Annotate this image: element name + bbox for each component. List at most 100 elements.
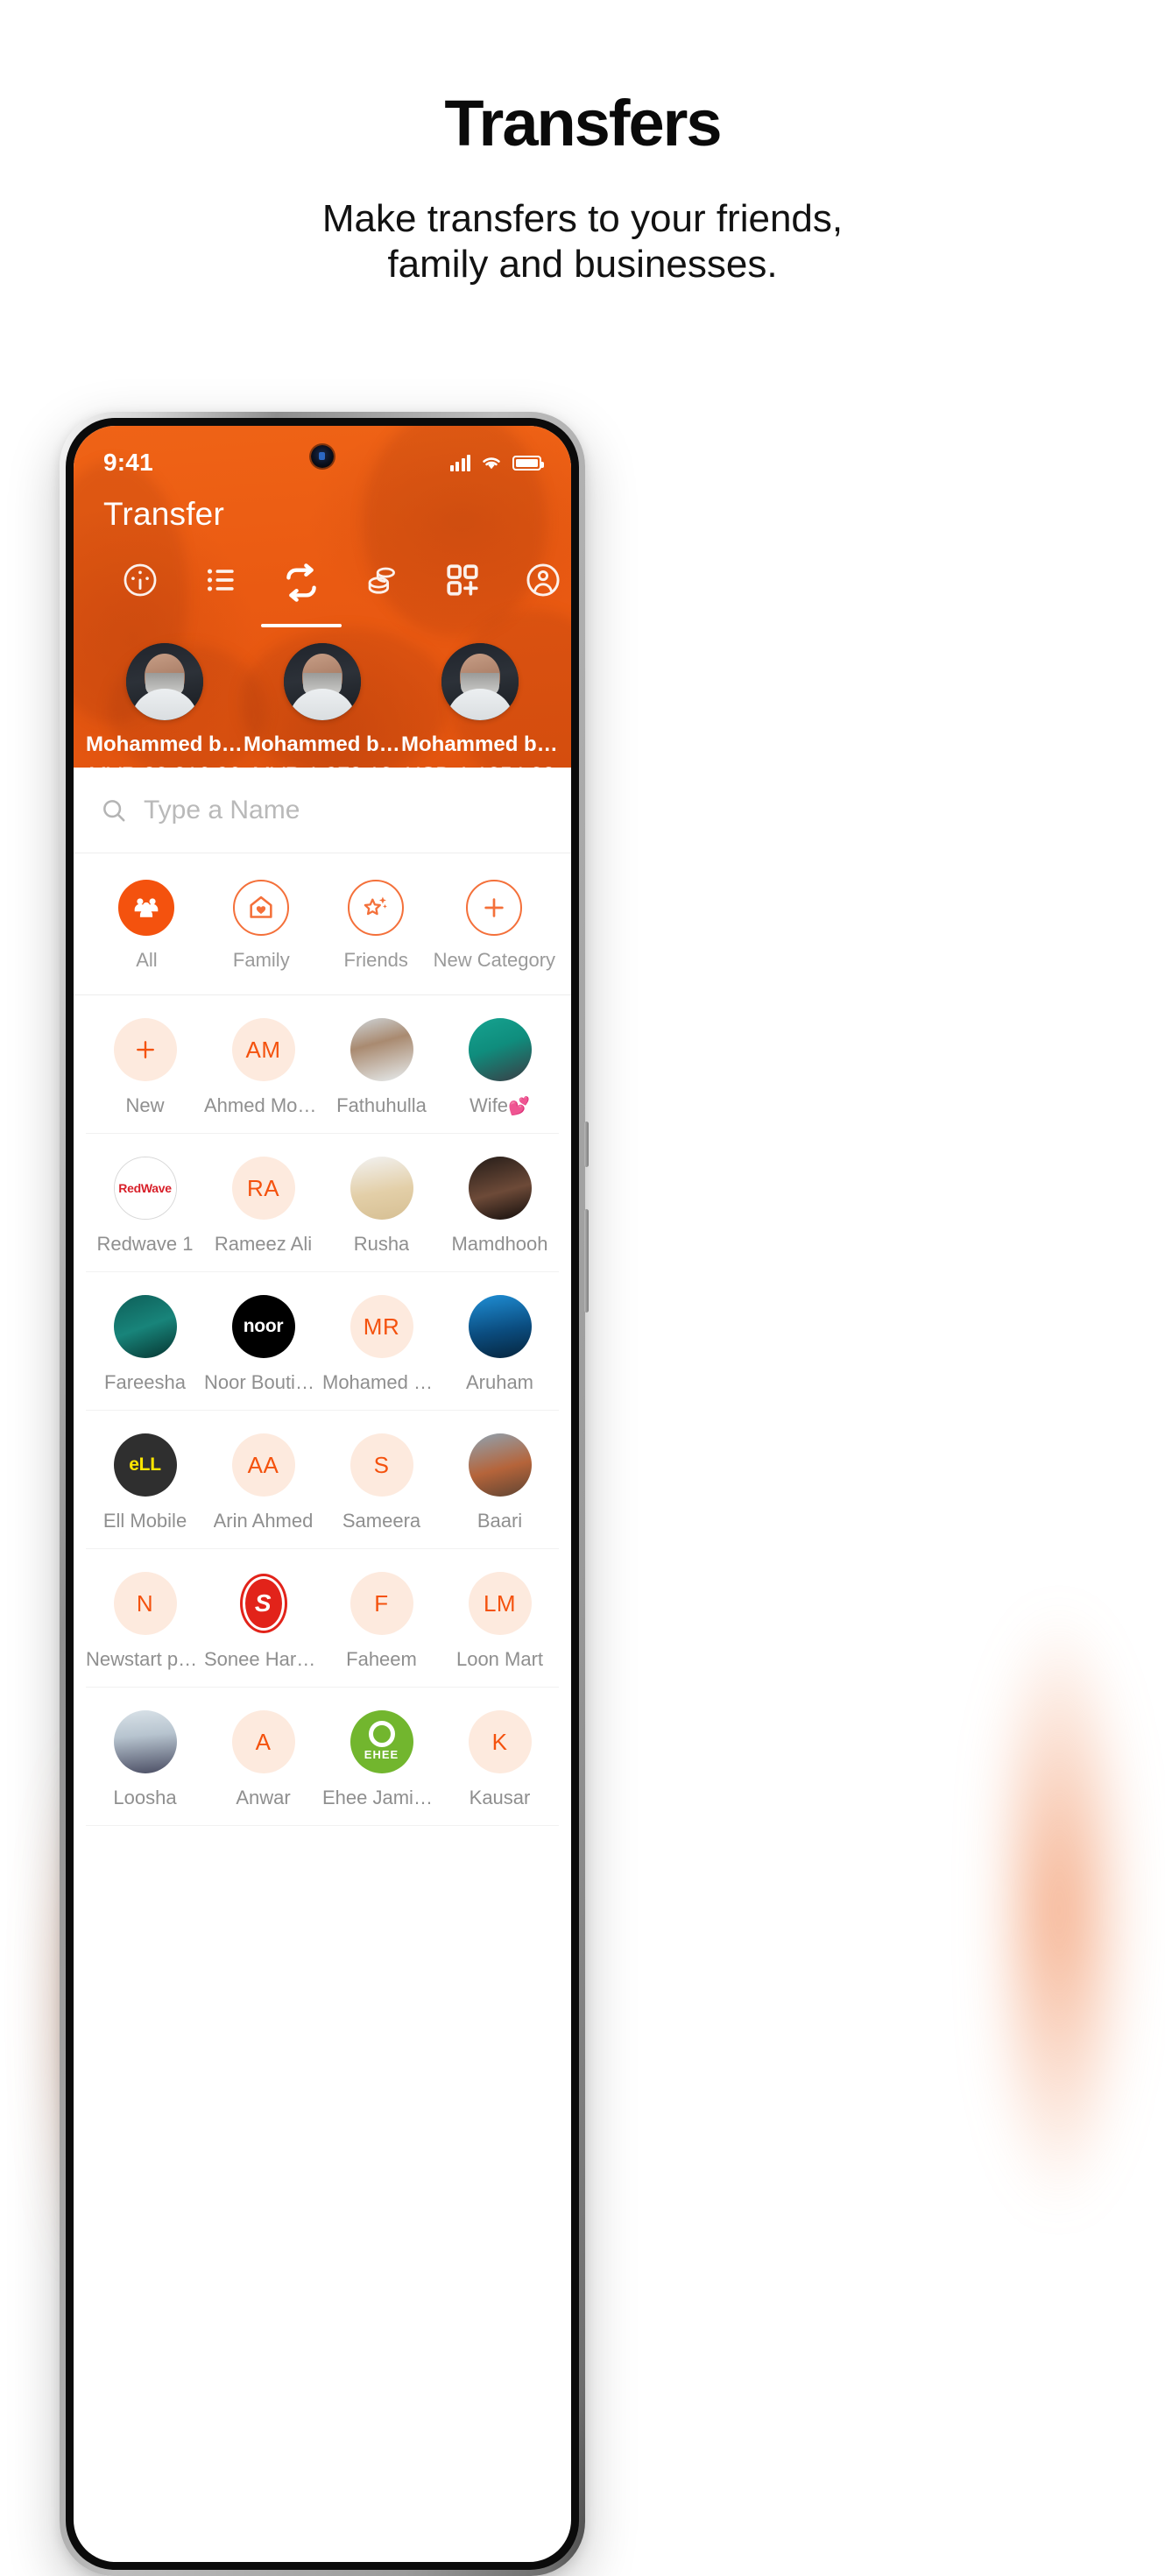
category-chip-friends[interactable]: Friends — [319, 880, 434, 972]
category-icon-wrap — [233, 880, 290, 936]
phone-screen: 9:41 Transfer Mohammed bin Mohammed bin … — [74, 426, 571, 2562]
contact-name: Fareesha — [104, 1371, 186, 1393]
avatar — [284, 643, 361, 720]
recent-transfer-item[interactable]: Mohammed bin ... USD 1,1254.23 — [401, 643, 559, 768]
recent-name: Mohammed bin ... — [401, 732, 559, 756]
avatar: LM — [468, 1572, 532, 1635]
contact-name: Rusha — [353, 1233, 410, 1255]
contact-item[interactable]: noor Noor Boutique — [204, 1295, 322, 1394]
star-sparkle-icon — [364, 896, 388, 916]
avatar: S — [350, 1433, 413, 1497]
search-bar[interactable]: Type a Name — [74, 768, 571, 853]
contact-name: Noor Boutique — [204, 1371, 322, 1393]
avatar: K — [468, 1710, 532, 1773]
contact-item[interactable]: MR Mohamed Rizan — [322, 1295, 441, 1394]
category-icon-wrap — [466, 880, 523, 936]
contact-name: Ell Mobile — [102, 1510, 187, 1532]
avatar — [113, 1295, 177, 1358]
phone-volume-button[interactable] — [584, 1122, 589, 1167]
contact-item[interactable]: K Kausar — [441, 1710, 559, 1809]
contact-item[interactable]: Fathuhulla — [322, 1018, 441, 1117]
contact-item[interactable]: EHEE Ehee Jamiyya — [322, 1710, 441, 1809]
recent-amount: MVR 1,973.12 — [252, 763, 392, 768]
speedometer-icon — [124, 563, 157, 597]
contact-item[interactable]: LM Loon Mart — [441, 1572, 559, 1671]
contact-item[interactable]: Aruham — [441, 1295, 559, 1394]
recent-transfer-item[interactable]: Mohammed bin ... MVR 1,973.12 — [244, 643, 401, 768]
category-chip-family[interactable]: Family — [204, 880, 319, 972]
avatar — [468, 1433, 532, 1497]
avatar: eLL — [113, 1433, 177, 1497]
contact-name: Anwar — [236, 1787, 291, 1808]
coins-icon — [368, 567, 395, 594]
contact-item[interactable]: AA Arin Ahmed — [204, 1433, 322, 1532]
contact-item[interactable]: A Anwar — [204, 1710, 322, 1809]
transfer-arrows-icon — [286, 563, 316, 602]
category-chip-new[interactable]: New Category — [434, 880, 555, 972]
logo-text: EHEE — [364, 1748, 399, 1761]
contact-item[interactable]: S Sameera — [322, 1433, 441, 1532]
contact-item[interactable]: RA Rameez Ali — [204, 1157, 322, 1256]
avatar — [441, 643, 519, 720]
contact-item[interactable]: Fareesha — [86, 1295, 204, 1394]
contact-item[interactable]: AM Ahmed Moosa — [204, 1018, 322, 1117]
avatar: RA — [231, 1157, 295, 1220]
contact-name: Arin Ahmed — [213, 1510, 314, 1532]
avatar — [350, 1018, 413, 1081]
category-chip-all[interactable]: All — [89, 880, 204, 972]
contact-item[interactable]: RedWave Redwave 1 — [86, 1157, 204, 1256]
contact-item-new[interactable]: New — [86, 1018, 204, 1117]
recent-transfer-item[interactable]: Mohammed bin ... MVR 32,216.96 — [86, 643, 244, 768]
battery-full-icon — [512, 455, 544, 471]
contact-item[interactable]: Wife💕 — [441, 1018, 559, 1117]
avatar — [468, 1157, 532, 1220]
app-screen-title: Transfer — [103, 496, 224, 532]
contact-name: New — [125, 1094, 165, 1116]
contact-item[interactable]: F Faheem — [322, 1572, 441, 1671]
contact-row: RedWave Redwave 1 RA Rameez Ali Rusha Ma… — [86, 1134, 559, 1272]
avatar — [126, 643, 203, 720]
nav-item-payments[interactable] — [342, 561, 422, 622]
status-icons — [449, 454, 544, 471]
contact-name: Rameez Ali — [214, 1233, 313, 1255]
contact-item[interactable]: Loosha — [86, 1710, 204, 1809]
avatar: noor — [231, 1295, 295, 1358]
nav-item-dashboard[interactable] — [100, 561, 180, 622]
logo-text: S — [242, 1576, 285, 1631]
status-time: 9:41 — [103, 449, 153, 476]
search-input[interactable]: Type a Name — [144, 796, 300, 825]
avatar — [468, 1018, 532, 1081]
list-icon — [207, 569, 234, 591]
avatar: A — [231, 1710, 295, 1773]
logo-text: RedWave — [118, 1181, 172, 1195]
avatar: RedWave — [113, 1157, 177, 1220]
logo-text: eLL — [129, 1454, 161, 1475]
contact-row: New AM Ahmed Moosa Fathuhulla Wife💕 — [86, 995, 559, 1134]
front-camera-icon — [311, 445, 334, 468]
contact-item[interactable]: Mamdhooh — [441, 1157, 559, 1256]
category-label: Family — [232, 949, 290, 971]
avatar — [113, 1018, 177, 1081]
app-nav-bar — [74, 533, 571, 627]
avatar: MR — [350, 1295, 413, 1358]
contact-name: Faheem — [346, 1648, 417, 1670]
contact-item[interactable]: Rusha — [322, 1157, 441, 1256]
home-heart-icon — [250, 895, 272, 918]
nav-item-transactions[interactable] — [180, 561, 261, 622]
phone-mockup: 9:41 Transfer Mohammed bin Mohammed bin … — [60, 412, 589, 2576]
contact-item[interactable]: Baari — [441, 1433, 559, 1532]
contact-item[interactable]: N Newstart pvt... — [86, 1572, 204, 1671]
contact-item[interactable]: eLL Ell Mobile — [86, 1433, 204, 1532]
nav-item-services[interactable] — [422, 561, 503, 622]
phone-power-button[interactable] — [584, 1209, 589, 1313]
plus-icon — [136, 1041, 154, 1058]
category-icon-wrap — [348, 880, 405, 936]
contacts-grid: New AM Ahmed Moosa Fathuhulla Wife💕 RedW… — [74, 995, 571, 1826]
nav-item-profile[interactable] — [503, 561, 571, 622]
grid-plus-icon — [447, 564, 478, 596]
contact-item[interactable]: S Sonee Hardware — [204, 1572, 322, 1671]
search-icon — [103, 799, 125, 821]
avatar: S — [231, 1572, 295, 1635]
page-title: Transfers — [444, 87, 722, 159]
nav-item-transfer[interactable] — [261, 561, 342, 627]
